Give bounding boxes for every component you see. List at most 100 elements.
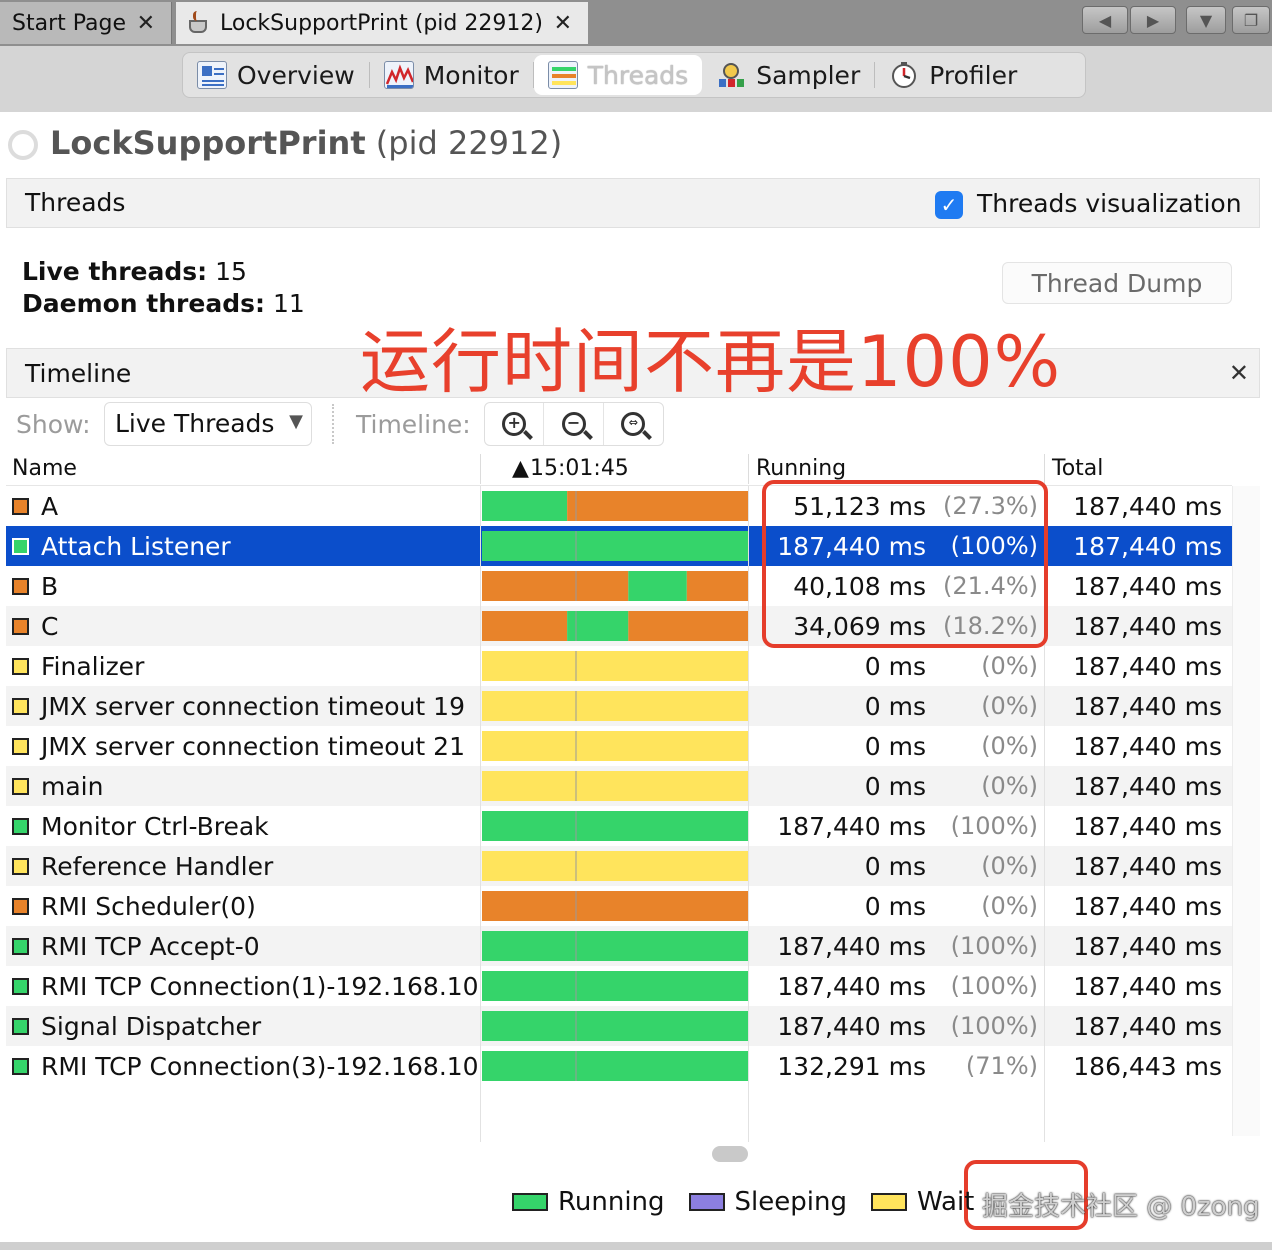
running-time-cell: 0 ms — [864, 651, 926, 681]
highlight-box-running — [762, 480, 1048, 648]
view-tab-threads[interactable]: Threads — [533, 55, 703, 95]
thread-name-cell: Monitor Ctrl-Break — [12, 806, 480, 846]
total-time-cell: 187,440 ms — [1073, 691, 1222, 721]
close-timeline-icon[interactable]: ✕ — [1229, 359, 1249, 387]
table-row[interactable]: Finalizer 0 ms (0%) 187,440 ms — [6, 646, 1232, 686]
column-gridline — [748, 486, 749, 1142]
daemon-threads-line: Daemon threads: 11 — [22, 288, 305, 320]
thread-state-swatch — [12, 697, 29, 715]
thread-name-cell: Finalizer — [12, 646, 480, 686]
zoom-out-button[interactable]: − — [544, 403, 604, 445]
table-header: Name ▲ 15:01:45 Running Total — [6, 452, 1232, 486]
java-app-icon — [186, 10, 212, 36]
zoom-out-icon: − — [561, 412, 586, 436]
view-tab-profiler[interactable]: Profiler — [875, 55, 1031, 95]
threads-visualization-label[interactable]: Threads visualization — [977, 189, 1242, 218]
table-row[interactable]: JMX server connection timeout 19 0 ms (0%)… — [6, 686, 1232, 726]
red-annotation-text: 运行时间不再是100% — [360, 321, 1062, 403]
thread-dump-button[interactable]: Thread Dump — [1002, 262, 1232, 304]
thread-name: Reference Handler — [41, 851, 274, 881]
timeline-segment-running — [482, 971, 748, 1001]
scroll-tabs-left-icon[interactable]: ◀ — [1082, 6, 1128, 34]
table-row[interactable]: main 0 ms (0%) 187,440 ms — [6, 766, 1232, 806]
thread-timeline-bar — [482, 971, 748, 1001]
restore-window-icon[interactable]: ❐ — [1232, 6, 1270, 34]
running-percent-cell: (100%) — [950, 1012, 1038, 1040]
thread-timeline-bar — [482, 811, 748, 841]
column-header-name[interactable]: Name — [12, 456, 77, 481]
table-row[interactable]: C 34,069 ms (18.2%) 187,440 ms — [6, 606, 1232, 646]
total-time-cell: 187,440 ms — [1073, 651, 1222, 681]
timeline-label: Timeline: — [356, 410, 471, 439]
sampler-icon — [716, 61, 746, 89]
horizontal-scrollbar-thumb[interactable] — [712, 1146, 748, 1162]
tab-start-page-label: Start Page — [12, 10, 126, 36]
total-time-cell: 187,440 ms — [1073, 571, 1222, 601]
thread-name-cell: Signal Dispatcher — [12, 1006, 480, 1046]
thread-name-cell: JMX server connection timeout 21 — [12, 726, 480, 766]
legend-label: Sleeping — [734, 1187, 847, 1217]
timeline-segment-wait — [482, 731, 748, 761]
toolbar-separator — [332, 404, 334, 444]
column-header-running[interactable]: Running — [756, 456, 846, 481]
column-divider — [748, 454, 749, 484]
table-row[interactable]: A 51,123 ms (27.3%) 187,440 ms — [6, 486, 1232, 526]
thread-name: Finalizer — [41, 651, 145, 681]
table-row[interactable]: RMI TCP Accept-0 187,440 ms (100%) 187,440 … — [6, 926, 1232, 966]
table-row[interactable]: JMX server connection timeout 21 0 ms (0%)… — [6, 726, 1232, 766]
zoom-fit-button[interactable]: ⇔ — [604, 403, 663, 445]
running-time-cell: 187,440 ms — [777, 811, 926, 841]
sort-ascending-icon: ▲ — [512, 456, 529, 481]
view-tab-monitor[interactable]: Monitor — [370, 55, 533, 95]
tab-start-page[interactable]: Start Page ✕ — [0, 2, 172, 44]
view-tab-monitor-label: Monitor — [423, 60, 519, 90]
table-body: A 51,123 ms (27.3%) 187,440 ms Attach Listen… — [6, 486, 1232, 1086]
column-divider — [1044, 454, 1045, 484]
threads-section-title: Threads — [25, 188, 126, 217]
threads-visualization-checkbox[interactable]: ✓ — [935, 191, 963, 219]
table-row[interactable]: Monitor Ctrl-Break 187,440 ms (100%) 187,44… — [6, 806, 1232, 846]
timeline-segment-running — [482, 811, 748, 841]
close-icon[interactable]: ✕ — [137, 11, 155, 36]
running-time-cell: 187,440 ms — [777, 931, 926, 961]
scroll-tabs-right-icon[interactable]: ▶ — [1130, 6, 1176, 34]
timeline-segment-monitor — [628, 611, 748, 641]
column-header-timeline[interactable]: 15:01:45 — [530, 456, 629, 481]
running-percent-cell: (0%) — [981, 692, 1038, 720]
editor-tab-strip: Start Page ✕ LockSupportPrint (pid 22912… — [0, 0, 1272, 46]
zoom-in-button[interactable]: + — [485, 403, 545, 445]
thread-name: A — [41, 491, 59, 521]
running-percent-cell: (0%) — [981, 652, 1038, 680]
total-time-cell: 187,440 ms — [1073, 811, 1222, 841]
table-row[interactable]: Reference Handler 0 ms (0%) 187,440 ms — [6, 846, 1232, 886]
table-row[interactable]: RMI Scheduler(0) 0 ms (0%) 187,440 ms — [6, 886, 1232, 926]
tab-list-dropdown-icon[interactable]: ▼ — [1186, 6, 1226, 34]
timeline-segment-monitor — [482, 891, 748, 921]
thread-timeline-bar — [482, 851, 748, 881]
legend-label: Running — [558, 1187, 665, 1217]
table-row[interactable]: Attach Listener 187,440 ms (100%) 187,440 m… — [6, 526, 1232, 566]
running-percent-cell: (100%) — [950, 972, 1038, 1000]
column-header-total[interactable]: Total — [1052, 456, 1103, 481]
show-threads-dropdown[interactable]: Live Threads ▼ — [104, 402, 312, 446]
loading-spinner-icon — [8, 130, 38, 160]
thread-name: C — [41, 611, 59, 641]
running-percent-cell: (0%) — [981, 892, 1038, 920]
tab-locksupportprint[interactable]: LockSupportPrint (pid 22912) ✕ — [176, 2, 588, 44]
close-icon[interactable]: ✕ — [554, 11, 572, 36]
thread-name: JMX server connection timeout 19 — [41, 691, 465, 721]
table-row[interactable]: RMI TCP Connection(3)-192.168.10 132,291 … — [6, 1046, 1232, 1086]
view-tab-sampler[interactable]: Sampler — [702, 55, 874, 95]
table-row[interactable]: B 40,108 ms (21.4%) 187,440 ms — [6, 566, 1232, 606]
thread-name-cell: A — [12, 486, 480, 526]
running-time-cell: 0 ms — [864, 891, 926, 921]
table-row[interactable]: Signal Dispatcher 187,440 ms (100%) 187,440… — [6, 1006, 1232, 1046]
table-row[interactable]: RMI TCP Connection(1)-192.168.10 187,440 … — [6, 966, 1232, 1006]
monitor-chart-icon — [383, 61, 414, 89]
view-tab-overview[interactable]: Overview — [183, 55, 369, 95]
thread-timeline-bar — [482, 651, 748, 681]
thread-state-swatch — [12, 857, 29, 875]
thread-timeline-bar — [482, 1011, 748, 1041]
vertical-scrollbar[interactable] — [1232, 486, 1260, 1136]
timeline-segment-running — [482, 491, 568, 521]
